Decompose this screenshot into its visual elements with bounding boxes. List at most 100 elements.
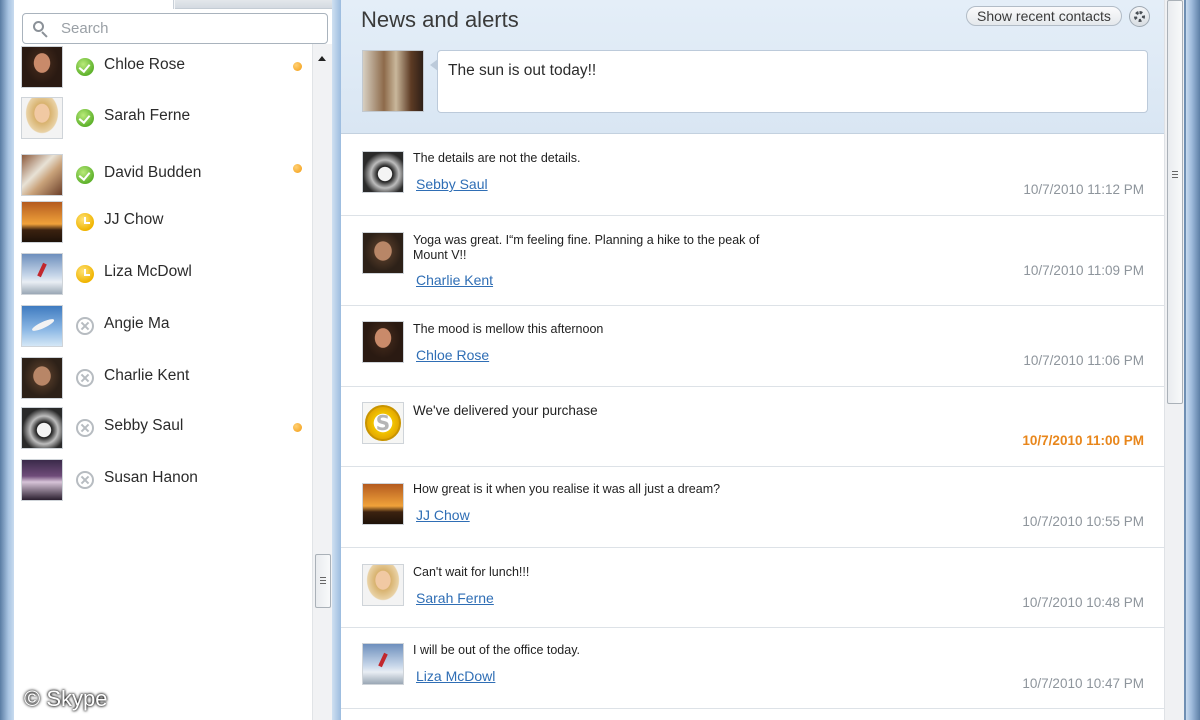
timestamp: 10/7/2010 10:48 PM	[1022, 595, 1144, 610]
news-header: News and alerts Show recent contacts The…	[341, 0, 1164, 134]
mood-message: The sun is out today!!	[448, 62, 597, 79]
contact-item-chloe-rose[interactable]: Chloe Rose	[14, 44, 312, 90]
avatar[interactable]	[362, 564, 404, 606]
contacts-tabstrip	[14, 0, 340, 9]
contacts-panel: Chloe Rose Sarah Ferne David Budden JJ C…	[14, 0, 340, 720]
news-feed: The details are not the details. Sebby S…	[341, 135, 1164, 720]
timestamp: 10/7/2010 10:55 PM	[1022, 514, 1144, 529]
offline-status-icon	[76, 317, 94, 335]
feed-text: Yoga was great. I“m feeling fine. Planni…	[413, 233, 760, 262]
search-input[interactable]	[61, 20, 311, 37]
avatar	[21, 357, 63, 399]
news-panel: News and alerts Show recent contacts The…	[341, 0, 1164, 720]
feed-item: Yoga was great. I“m feeling fine. Planni…	[341, 216, 1164, 306]
contact-name: Liza McDowl	[104, 263, 192, 280]
tab-contacts[interactable]	[14, 0, 174, 9]
contact-name: David Budden	[104, 164, 202, 181]
feed-item: The details are not the details. Sebby S…	[341, 135, 1164, 216]
avatar	[21, 46, 63, 88]
contact-name: Charlie Kent	[104, 367, 190, 384]
contact-item-charlie-kent[interactable]: Charlie Kent	[14, 355, 312, 401]
avatar[interactable]	[362, 321, 404, 363]
gear-icon	[1134, 11, 1145, 22]
author-link[interactable]: Sarah Ferne	[416, 590, 494, 606]
my-avatar[interactable]	[362, 50, 424, 112]
contact-item-david-budden[interactable]: David Budden	[14, 152, 312, 198]
online-status-icon	[76, 166, 94, 184]
author-link[interactable]: Liza McDowl	[416, 668, 495, 684]
avatar	[21, 305, 63, 347]
offline-status-icon	[76, 419, 94, 437]
contacts-scroll-thumb[interactable]	[315, 554, 331, 608]
avatar	[21, 253, 63, 295]
contact-name: Angie Ma	[104, 315, 170, 332]
contact-name: Chloe Rose	[104, 56, 185, 73]
mood-message-box[interactable]: The sun is out today!!	[430, 50, 1148, 113]
offline-status-icon	[76, 471, 94, 489]
alert-dot-icon	[293, 164, 302, 173]
away-status-icon	[76, 213, 94, 231]
contacts-scrollbar[interactable]	[312, 44, 332, 720]
alert-dot-icon	[293, 423, 302, 432]
avatar: S	[362, 402, 404, 444]
feed-item: How great is it when you realise it was …	[341, 467, 1164, 548]
page-title: News and alerts	[361, 7, 519, 32]
timestamp: 10/7/2010 10:47 PM	[1022, 676, 1144, 691]
contact-item-angie-ma[interactable]: Angie Ma	[14, 303, 312, 349]
window-frame-left	[0, 0, 14, 720]
avatar	[21, 201, 63, 243]
offline-status-icon	[76, 369, 94, 387]
author-link[interactable]: Sebby Saul	[416, 176, 488, 192]
timestamp: 10/7/2010 11:00 PM	[1022, 433, 1144, 448]
feed-text: We've delivered your purchase	[413, 403, 598, 418]
tab-recent[interactable]	[175, 0, 340, 9]
feed-item: I will be out of the office today. Liza …	[341, 628, 1164, 709]
avatar	[21, 154, 63, 196]
search-box[interactable]	[22, 13, 328, 44]
avatar	[21, 407, 63, 449]
avatar	[21, 459, 63, 501]
news-scroll-thumb[interactable]	[1167, 0, 1183, 404]
contact-name: Sarah Ferne	[104, 107, 191, 124]
scroll-up-arrow-icon[interactable]	[318, 56, 326, 61]
contact-list: Chloe Rose Sarah Ferne David Budden JJ C…	[14, 44, 312, 720]
feed-text: Can't wait for lunch!!!	[413, 565, 530, 579]
window-frame-right	[1186, 0, 1200, 720]
feed-item: The mood is mellow this afternoon Chloe …	[341, 306, 1164, 387]
author-link[interactable]: JJ Chow	[416, 507, 470, 523]
avatar[interactable]	[362, 151, 404, 193]
avatar[interactable]	[362, 232, 404, 274]
avatar	[21, 97, 63, 139]
settings-button[interactable]	[1129, 6, 1150, 27]
feed-text: The mood is mellow this afternoon	[413, 322, 604, 336]
show-recent-contacts-button[interactable]: Show recent contacts	[966, 6, 1122, 26]
feed-item: S We've delivered your purchase 10/7/201…	[341, 387, 1164, 467]
author-link[interactable]: Charlie Kent	[416, 272, 493, 288]
contact-item-susan-hanon[interactable]: Susan Hanon	[14, 457, 312, 503]
contact-name: Sebby Saul	[104, 417, 184, 434]
contact-name: Susan Hanon	[104, 469, 198, 486]
avatar[interactable]	[362, 643, 404, 685]
contact-item-liza-mcdowl[interactable]: Liza McDowl	[14, 251, 312, 297]
timestamp: 10/7/2010 11:06 PM	[1023, 353, 1144, 368]
timestamp: 10/7/2010 11:12 PM	[1023, 182, 1144, 197]
online-status-icon	[76, 58, 94, 76]
avatar[interactable]	[362, 483, 404, 525]
feed-item: Can't wait for lunch!!! Sarah Ferne 10/7…	[341, 548, 1164, 628]
skype-logo-icon: S	[365, 405, 401, 441]
away-status-icon	[76, 265, 94, 283]
author-link[interactable]: Chloe Rose	[416, 347, 489, 363]
feed-text: I will be out of the office today.	[413, 643, 580, 657]
panel-divider[interactable]	[332, 0, 341, 720]
alert-dot-icon	[293, 62, 302, 71]
contact-name: JJ Chow	[104, 211, 164, 228]
skype-watermark: © Skype	[24, 686, 108, 711]
feed-text: How great is it when you realise it was …	[413, 482, 721, 496]
news-scrollbar[interactable]	[1164, 0, 1184, 720]
search-icon	[33, 20, 49, 38]
contact-item-jj-chow[interactable]: JJ Chow	[14, 199, 312, 245]
contact-item-sebby-saul[interactable]: Sebby Saul	[14, 405, 312, 451]
contact-item-sarah-ferne[interactable]: Sarah Ferne	[14, 95, 312, 141]
online-status-icon	[76, 109, 94, 127]
timestamp: 10/7/2010 11:09 PM	[1023, 263, 1144, 278]
